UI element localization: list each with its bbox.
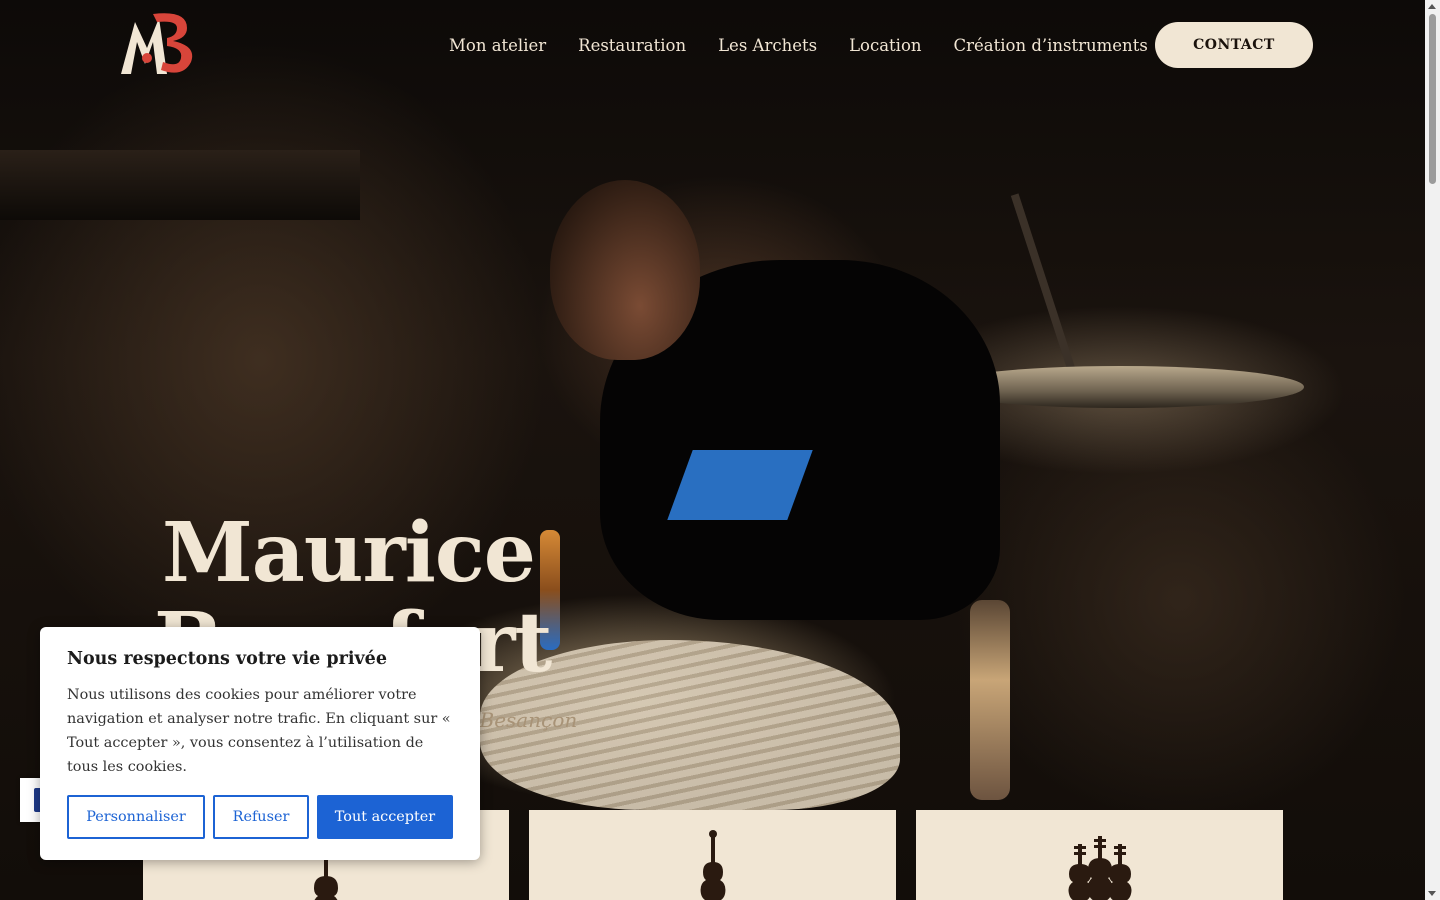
scroll-down-arrow-icon[interactable] [1428,891,1436,896]
luthier-apron [667,450,813,520]
scrollbar-thumb[interactable] [1429,14,1436,184]
nav-link-archets[interactable]: Les Archets [718,34,817,58]
service-card-violins[interactable] [916,810,1283,900]
double-bass-icon [700,830,725,900]
cookie-accept-button[interactable]: Tout accepter [317,795,453,839]
cookie-refuse-button[interactable]: Refuser [213,795,309,839]
nav-link-creation[interactable]: Création d’instruments [954,34,1148,58]
nav-link-restauration[interactable]: Restauration [578,34,686,58]
clamp [970,600,1010,800]
hero-title-line1: Maurice [162,505,536,601]
luthier-head [550,180,700,360]
cookie-actions: Personnaliser Refuser Tout accepter [67,795,453,839]
cookie-customize-button[interactable]: Personnaliser [67,795,205,839]
lamp-arm [1010,193,1078,377]
nav-link-atelier[interactable]: Mon atelier [449,34,546,58]
nav-link-location[interactable]: Location [849,34,921,58]
page-scrollbar[interactable] [1425,0,1440,900]
site-logo[interactable] [117,8,201,78]
workshop-shelf [0,150,360,220]
cookie-banner: Nous respectons votre vie privée Nous ut… [40,627,480,860]
contact-button[interactable]: CONTACT [1155,22,1313,68]
service-card-double-bass[interactable] [529,810,896,900]
main-nav: Mon atelier Restauration Les Archets Loc… [449,34,1148,58]
violin-icon [314,858,338,900]
violins-trio-icon [1068,836,1131,900]
mb-monogram-logo [121,13,193,74]
cookie-text: Nous utilisons des cookies pour améliore… [67,687,451,775]
scroll-up-arrow-icon[interactable] [1428,4,1436,9]
cookie-title: Nous respectons votre vie privée [67,649,387,669]
